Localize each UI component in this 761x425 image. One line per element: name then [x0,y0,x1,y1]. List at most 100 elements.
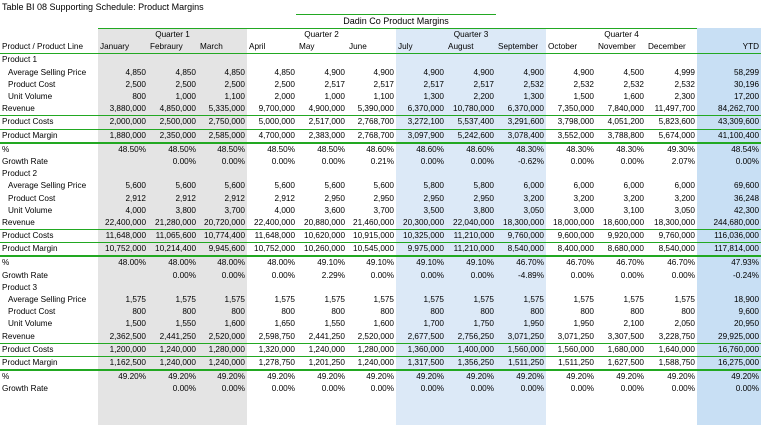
month-header: January [98,41,148,55]
table-row: Product Cost 2,500 2,500 2,500 2,500 2,517 2,5… [0,79,761,91]
table-cell [496,54,546,67]
table-cell: 2,520,000 [198,330,247,344]
row-label: % [2,144,10,154]
table-cell: 1,500 [125,319,147,329]
table-cell: 2,750,000 [198,115,247,130]
table-cell: 1,950 [573,319,595,329]
table-cell: 3,880,000 [98,103,148,117]
row-label: Product Margin [0,242,98,258]
table-row: Average Selling Price 1,575 1,575 1,575 1,57… [0,294,761,306]
table-cell: 1,575 [125,295,147,305]
table-cell: 48.60% [466,144,494,154]
table-cell [247,282,297,294]
table-cell: 1,162,500 [98,356,148,372]
table-cell: 48.00% [118,258,146,268]
row-label: Product Margin [0,129,98,144]
table-cell: 2.29% [321,270,345,280]
table-cell: 49.20% [731,372,759,382]
table-cell: 0.00% [570,270,594,280]
table-cell: 2,912 [175,193,197,203]
table-cell: 4,000 [125,205,147,215]
table-cell: 2,517 [373,79,395,89]
table-cell: 3,000 [573,205,595,215]
table-row: Product Costs 1,200,000 1,240,000 1,280,000… [0,343,761,357]
table-cell [98,54,148,67]
table-cell: 0.00% [420,156,444,166]
table-cell: 244,680,000 [697,216,761,230]
table-cell: 1,100 [373,92,395,102]
table-cell: 84,262,700 [697,103,761,117]
table-cell: 8,540,000 [646,242,697,258]
table-cell: 20,300,000 [396,216,446,230]
table-cell [446,168,496,180]
table-cell: 0.00% [221,156,245,166]
table-cell: 16,275,000 [697,356,761,372]
row-label: Growth Rate [2,156,48,166]
table-cell: 18,900 [733,295,759,305]
table-row: Average Selling Price 4,850 4,850 4,850 4,85… [0,67,761,79]
table-cell: 0.00% [620,384,644,394]
table-cell [247,54,297,67]
quarter-4-header: Quarter 4 [546,28,697,42]
table-cell: 4,900 [473,67,495,77]
table-cell [496,168,546,180]
table-cell: 10,752,000 [98,242,148,258]
table-cell: 48.00% [168,258,196,268]
table-cell: 3,200 [573,193,595,203]
table-cell: 48.30% [616,144,644,154]
table-cell: 22,040,000 [446,216,496,230]
table-cell: 10,620,000 [297,229,347,244]
table-cell: 6,000 [674,181,696,191]
table-cell: 1,640,000 [646,343,697,357]
table-cell: 5,600 [125,181,147,191]
table-cell: 117,814,000 [697,242,761,258]
table-cell: 20,880,000 [297,216,347,230]
table-cell: 49.20% [416,372,444,382]
table-cell: 0.00% [735,156,759,166]
table-cell: 49.20% [466,372,494,382]
table-cell: 49.20% [118,372,146,382]
table-cell: 0.00% [470,384,494,394]
table-cell: 21,460,000 [347,216,396,230]
table-cell: 18,300,000 [646,216,697,230]
table-cell: 2,585,000 [198,129,247,144]
month-header: August [446,41,496,55]
table-cell: 3,050 [523,205,545,215]
table-row: Product Cost 2,912 2,912 2,912 2,912 2,950 2,9… [0,192,761,204]
table-cell: 1,575 [674,295,696,305]
table-cell: 800 [630,307,644,317]
table-cell [198,54,247,67]
table-cell: 1,575 [573,295,595,305]
table-cell: 3,307,500 [596,330,646,344]
table-cell: 46.70% [516,258,544,268]
table-cell: 49.20% [317,372,345,382]
table-cell: 1,575 [423,295,445,305]
table-cell: 11,065,600 [148,229,198,244]
table-cell: 2,517 [473,79,495,89]
table-cell: -0.62% [518,156,544,166]
table-cell: 2,950 [423,193,445,203]
table-cell: 46.70% [667,258,695,268]
table-cell: 2,912 [125,193,147,203]
table-cell: 0.00% [271,384,295,394]
table-cell: 46.70% [616,258,644,268]
table-row: % 48.50% 48.50% 48.50% 48.50% 48.50% 48.60% 48.… [0,143,761,156]
table-cell: 48.00% [217,258,245,268]
table-cell: 4,999 [674,67,696,77]
table-cell: 49.20% [217,372,245,382]
table-cell: 41,100,400 [697,129,761,144]
month-header: May [297,41,347,55]
table-cell: 1,575 [523,295,545,305]
table-cell: 5,000,000 [247,115,297,130]
month-header: YTD [697,41,761,55]
row-label: Product Costs [0,343,98,357]
table-cell: 5,800 [473,181,495,191]
table-cell: 1,560,000 [546,343,596,357]
month-header: Febraury [148,41,198,55]
row-label: Average Selling Price [8,295,87,305]
table-cell: 3,788,800 [596,129,646,144]
table-cell: 5,335,000 [198,103,247,117]
table-cell: 2,532 [523,79,545,89]
table-row: Growth Rate 0.00% 0.00% 0.00% 0.00% 0.21% 0.00… [0,156,761,168]
table-cell: 1,300 [523,92,545,102]
